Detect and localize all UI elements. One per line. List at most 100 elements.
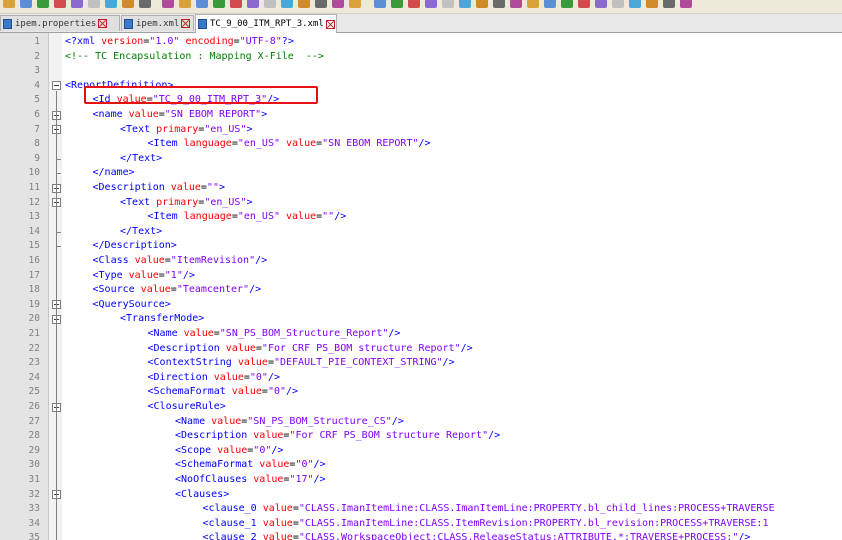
token: value <box>231 357 268 369</box>
toolbar-button-icon[interactable] <box>612 0 624 8</box>
close-icon[interactable] <box>325 19 335 29</box>
toolbar-button-icon[interactable] <box>247 0 259 8</box>
line-number: 22 <box>28 342 40 354</box>
toolbar-button-icon[interactable] <box>196 0 208 8</box>
toolbar-button-icon[interactable] <box>425 0 437 8</box>
token: Item <box>153 211 178 223</box>
toolbar-button-icon[interactable] <box>264 0 276 8</box>
code-line: </name> <box>93 166 135 181</box>
tab-ipem-xml[interactable]: ipem.xml <box>121 15 194 31</box>
token: Text <box>132 152 157 164</box>
toolbar-button-icon[interactable] <box>37 0 49 8</box>
toolbar-button-icon[interactable] <box>442 0 454 8</box>
line-number: 18 <box>28 284 40 296</box>
toolbar-button-icon[interactable] <box>71 0 83 8</box>
notepad-plus-plus-window: ipem.properties ipem.xml TC_9_00_ITM_RPT… <box>0 0 842 540</box>
toolbar-button-icon[interactable] <box>3 0 15 8</box>
token: Type <box>98 269 123 281</box>
toolbar-button-icon[interactable] <box>391 0 403 8</box>
toolbar-button-icon[interactable] <box>122 0 134 8</box>
toolbar-button-icon[interactable] <box>54 0 66 8</box>
toolbar-button-icon[interactable] <box>298 0 310 8</box>
line-number: 25 <box>28 386 40 398</box>
close-icon[interactable] <box>98 19 108 28</box>
token: > <box>164 298 171 310</box>
toolbar-button-icon[interactable] <box>680 0 692 8</box>
line-number: 23 <box>28 357 40 369</box>
toolbar-button-icon[interactable] <box>349 0 361 8</box>
code-line: </Text> <box>120 152 162 167</box>
toolbar-button-icon[interactable] <box>139 0 151 8</box>
line-number: 19 <box>28 298 40 310</box>
toolbar-button-icon[interactable] <box>561 0 573 8</box>
line-number: 31 <box>28 474 40 485</box>
token: /> <box>391 415 404 427</box>
line-number: 6 <box>34 109 40 120</box>
token: /> <box>255 255 268 266</box>
toolbar-button-icon[interactable] <box>105 0 117 8</box>
token: value <box>122 269 159 281</box>
close-icon[interactable] <box>181 19 191 28</box>
toolbar-button-icon[interactable] <box>510 0 522 8</box>
toolbar-button-icon[interactable] <box>162 0 174 8</box>
token: /> <box>460 342 473 354</box>
toolbar-button-icon[interactable] <box>544 0 556 8</box>
toolbar-button-icon[interactable] <box>527 0 539 8</box>
token: "en_US" <box>204 196 247 208</box>
code-line: <!-- TC Encapsulation : Mapping X-File -… <box>65 50 324 65</box>
toolbar-button-icon[interactable] <box>493 0 505 8</box>
toolbar-button-icon[interactable] <box>88 0 100 8</box>
tab-ipem-properties[interactable]: ipem.properties <box>0 15 120 31</box>
line-number: 29 <box>28 444 40 456</box>
toolbar-button-icon[interactable] <box>374 0 386 8</box>
line-number: 27 <box>28 415 40 427</box>
token: name <box>104 167 129 179</box>
code-line: <Description value=""> <box>93 181 226 196</box>
token: Text <box>132 225 157 237</box>
toolbar-button-icon[interactable] <box>629 0 641 8</box>
token: TransferMode <box>126 313 199 325</box>
token: name <box>98 109 123 120</box>
toolbar-button-icon[interactable] <box>408 0 420 8</box>
line-number: 34 <box>28 517 40 529</box>
code-line: <clause_0 value="CLASS.ImanItemLine:CLAS… <box>203 502 775 517</box>
fold-minus-icon[interactable] <box>52 81 61 91</box>
toolbar-button-icon[interactable] <box>578 0 590 8</box>
token: value <box>256 532 293 540</box>
token: value <box>247 474 284 485</box>
toolbar-button-icon[interactable] <box>213 0 225 8</box>
line-number: 32 <box>28 488 40 500</box>
toolbar-button-icon[interactable] <box>20 0 32 8</box>
toolbar-button-icon[interactable] <box>646 0 658 8</box>
token: NoOfClauses <box>181 474 248 485</box>
toolbar-button-icon[interactable] <box>230 0 242 8</box>
token: clause_1 <box>208 517 257 529</box>
line-number: 4 <box>34 79 40 91</box>
code-line: </Description> <box>93 239 177 254</box>
token: primary <box>150 196 199 208</box>
toolbar-button-icon[interactable] <box>595 0 607 8</box>
file-icon <box>198 19 207 29</box>
toolbar-button-icon[interactable] <box>332 0 344 8</box>
code-line: <?xml version="1.0" encoding="UTF-8"?> <box>65 35 294 50</box>
toolbar-button-icon[interactable] <box>476 0 488 8</box>
code-editor[interactable]: 1 2 3 4 5 6 7 8 9 10 11 12 13 14 15 16 17 18 19 20 21 22 23 24 2… <box>0 33 842 540</box>
code-line: </Text> <box>120 225 162 240</box>
token: value <box>128 255 165 266</box>
toolbar-button-icon[interactable] <box>459 0 471 8</box>
token: </ <box>92 240 105 252</box>
token: > <box>156 152 163 164</box>
toolbar-button-icon[interactable] <box>315 0 327 8</box>
token: value <box>280 138 317 150</box>
token: /> <box>334 211 347 223</box>
tab-tc-9-00-itm-rpt-3-xml[interactable]: TC_9_00_ITM_RPT_3.xml <box>195 14 337 33</box>
token: "" <box>322 211 335 223</box>
token: value <box>225 386 262 398</box>
toolbar-button-icon[interactable] <box>663 0 675 8</box>
line-number: 9 <box>34 152 40 164</box>
line-number: 35 <box>28 532 40 540</box>
token: /> <box>313 459 326 471</box>
token: encoding <box>179 36 234 47</box>
toolbar-button-icon[interactable] <box>281 0 293 8</box>
toolbar-button-icon[interactable] <box>179 0 191 8</box>
